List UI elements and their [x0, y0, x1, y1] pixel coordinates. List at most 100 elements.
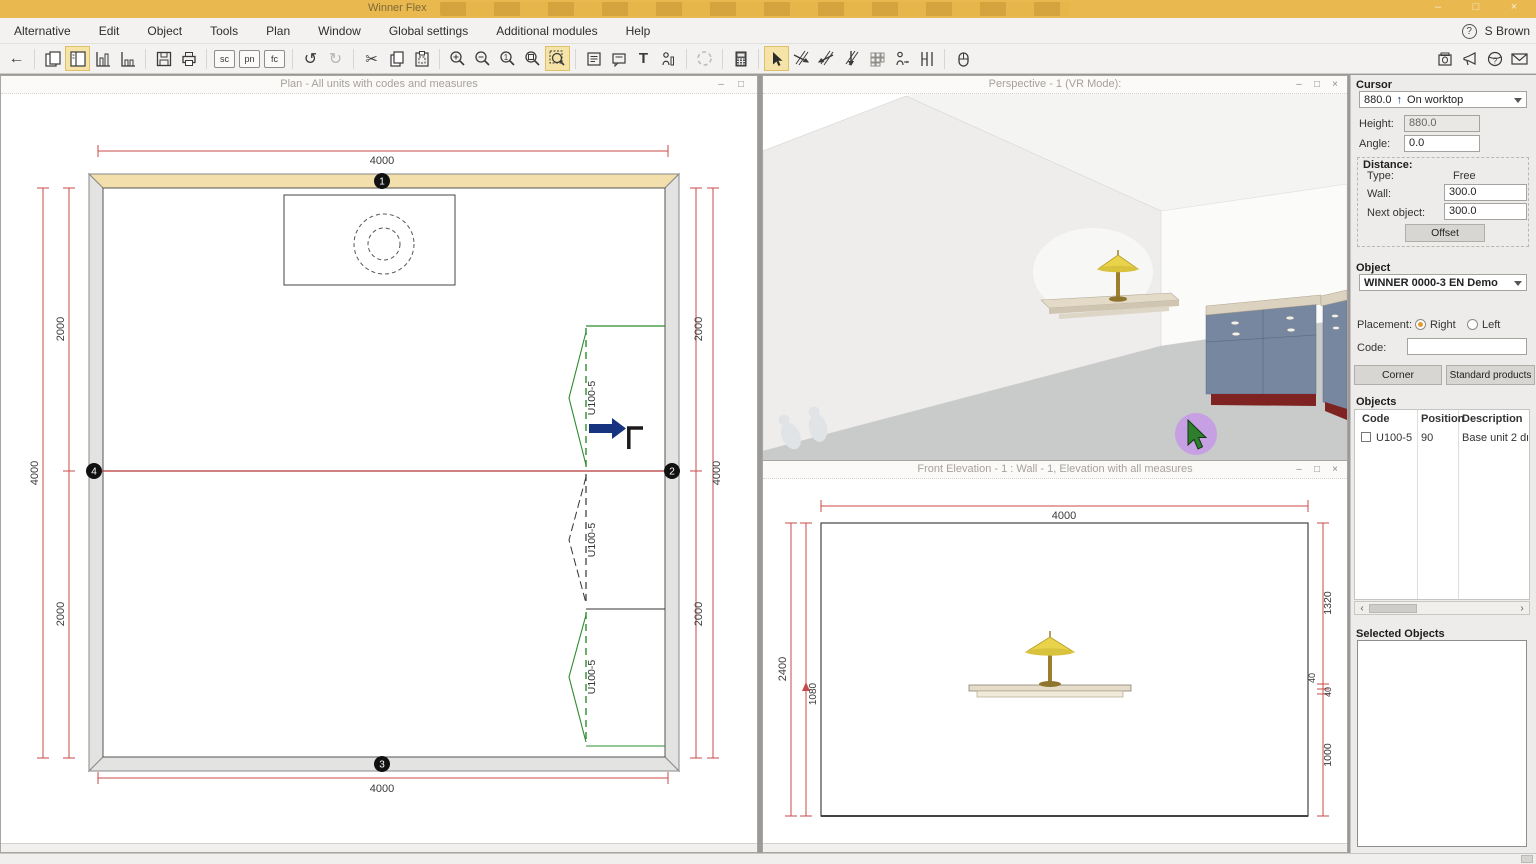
app-close-button[interactable]: × [1504, 1, 1524, 13]
toolbar-separator [34, 49, 35, 69]
distance-next-field[interactable]: 300.0 [1444, 203, 1527, 220]
distance-wall-field[interactable]: 300.0 [1444, 184, 1527, 201]
cut-icon[interactable]: ✂ [359, 46, 384, 71]
copy-icon[interactable] [384, 46, 409, 71]
perspective-3d-view[interactable] [763, 94, 1347, 460]
zoom-border-icon[interactable] [545, 46, 570, 71]
selected-objects-list[interactable] [1357, 640, 1527, 847]
plan-canvas[interactable]: U100-5 U100-5 U100-5 1 2 3 4 [1, 94, 757, 844]
measure-person-icon[interactable] [889, 46, 914, 71]
pointer-tool-icon[interactable] [764, 46, 789, 71]
back-arrow-icon[interactable]: ← [4, 46, 29, 71]
plan-horizontal-scrollbar[interactable] [1, 843, 757, 852]
perspective-minimize-button[interactable]: – [1291, 78, 1307, 92]
snap-corner-icon[interactable] [839, 46, 864, 71]
objects-table[interactable]: Code Position Description U100-5 90 Base… [1354, 409, 1530, 600]
elevation-minimize-button[interactable]: – [1291, 463, 1307, 477]
perspective-window-titlebar[interactable]: Perspective - 1 (VR Mode): – □ × [763, 76, 1347, 94]
notes-icon[interactable] [581, 46, 606, 71]
elevation-maximize-button[interactable]: □ [1309, 463, 1325, 477]
calculator-icon[interactable] [728, 46, 753, 71]
menu-global-settings[interactable]: Global settings [375, 18, 482, 44]
annotation-flag-icon[interactable] [606, 46, 631, 71]
perspective-maximize-button[interactable]: □ [1309, 78, 1325, 92]
item-list-icon[interactable] [90, 46, 115, 71]
fc-button[interactable]: fc [262, 46, 287, 71]
sc-button[interactable]: sc [212, 46, 237, 71]
scroll-right-icon[interactable]: › [1515, 603, 1529, 614]
plan-maximize-button[interactable]: □ [733, 78, 749, 92]
grid-icon[interactable] [864, 46, 889, 71]
zoom-in-icon[interactable] [445, 46, 470, 71]
menu-help[interactable]: Help [612, 18, 665, 44]
svg-text:U100-5: U100-5 [586, 660, 598, 695]
redo-icon[interactable]: ↻ [323, 46, 348, 71]
elevation-wall[interactable] [821, 523, 1308, 816]
archive-box-icon[interactable] [1432, 47, 1457, 72]
placement-right-radio[interactable] [1415, 319, 1426, 330]
plan-table[interactable] [284, 195, 455, 285]
save-icon[interactable] [151, 46, 176, 71]
undo-icon[interactable]: ↺ [298, 46, 323, 71]
menu-additional-modules[interactable]: Additional modules [482, 18, 611, 44]
user-name[interactable]: S Brown [1485, 24, 1530, 38]
elevation-close-button[interactable]: × [1327, 463, 1343, 477]
zoom-page-icon[interactable] [520, 46, 545, 71]
person-report-icon[interactable] [656, 46, 681, 71]
snap-object-icon[interactable] [789, 46, 814, 71]
rotate-circle-icon[interactable] [692, 46, 717, 71]
cursor-mode-dropdown[interactable]: 880.0 ↑ On worktop [1359, 91, 1527, 108]
elevation-window-titlebar[interactable]: Front Elevation - 1 : Wall - 1, Elevatio… [763, 461, 1347, 479]
catalog-dropdown[interactable]: WINNER 0000-3 EN Demo [1359, 274, 1527, 291]
angle-label: Angle: [1359, 138, 1390, 150]
plan-minimize-button[interactable]: – [713, 78, 729, 92]
plan-window-titlebar[interactable]: Plan - All units with codes and measures… [1, 76, 757, 94]
height-field[interactable]: 880.0 [1404, 115, 1480, 132]
app-maximize-button[interactable]: □ [1466, 1, 1486, 13]
plan-view-icon[interactable] [65, 46, 90, 71]
base-cabinets-3d[interactable] [1206, 295, 1321, 406]
paste-icon[interactable] [409, 46, 434, 71]
scroll-left-icon[interactable]: ‹ [1355, 603, 1369, 614]
help-icon[interactable]: ? [1462, 24, 1477, 39]
angle-field[interactable]: 0.0 [1404, 135, 1480, 152]
up-arrow-icon: ↑ [1397, 94, 1403, 106]
plan-dim-bottom: 4000 [370, 783, 394, 795]
vr-cursor-icon[interactable] [1175, 413, 1217, 455]
menu-alternative[interactable]: Alternative [0, 18, 85, 44]
zoom-out-icon[interactable] [470, 46, 495, 71]
menu-window[interactable]: Window [304, 18, 375, 44]
text-tool-icon[interactable]: T [631, 46, 656, 71]
objects-col-code: Code [1362, 413, 1390, 425]
announcement-horn-icon[interactable] [1457, 47, 1482, 72]
snap-wall-icon[interactable] [814, 46, 839, 71]
pn-button[interactable]: pn [237, 46, 262, 71]
base-cabinet-right-3d[interactable] [1321, 290, 1347, 420]
elevation-horizontal-scrollbar[interactable] [763, 843, 1347, 852]
perspective-close-button[interactable]: × [1327, 78, 1343, 92]
parallel-walls-icon[interactable] [914, 46, 939, 71]
globe-help-icon[interactable]: ? [1482, 47, 1507, 72]
new-plan-icon[interactable] [40, 46, 65, 71]
menu-object[interactable]: Object [133, 18, 196, 44]
row-checkbox[interactable] [1361, 432, 1371, 442]
scrollbar-thumb[interactable] [1369, 604, 1417, 613]
code-field[interactable] [1407, 338, 1527, 355]
corner-button[interactable]: Corner [1354, 365, 1442, 385]
menu-plan[interactable]: Plan [252, 18, 304, 44]
mail-icon[interactable] [1507, 47, 1532, 72]
zoom-actual-icon[interactable]: 1 [495, 46, 520, 71]
mouse-settings-icon[interactable] [950, 46, 975, 71]
placement-left-radio[interactable] [1467, 319, 1478, 330]
offset-button[interactable]: Offset [1405, 224, 1485, 242]
menu-edit[interactable]: Edit [85, 18, 134, 44]
resize-grip[interactable] [1521, 855, 1533, 863]
catalog-value: WINNER 0000-3 EN Demo [1364, 277, 1498, 289]
elevation-list-icon[interactable] [115, 46, 140, 71]
standard-products-button[interactable]: Standard products [1446, 365, 1535, 385]
menu-tools[interactable]: Tools [196, 18, 252, 44]
elevation-canvas[interactable]: 4000 2400 1080 1320 40 40 1000 [763, 479, 1347, 844]
objects-table-scrollbar[interactable]: ‹ › [1354, 601, 1530, 615]
app-minimize-button[interactable]: – [1428, 1, 1448, 13]
print-icon[interactable] [176, 46, 201, 71]
